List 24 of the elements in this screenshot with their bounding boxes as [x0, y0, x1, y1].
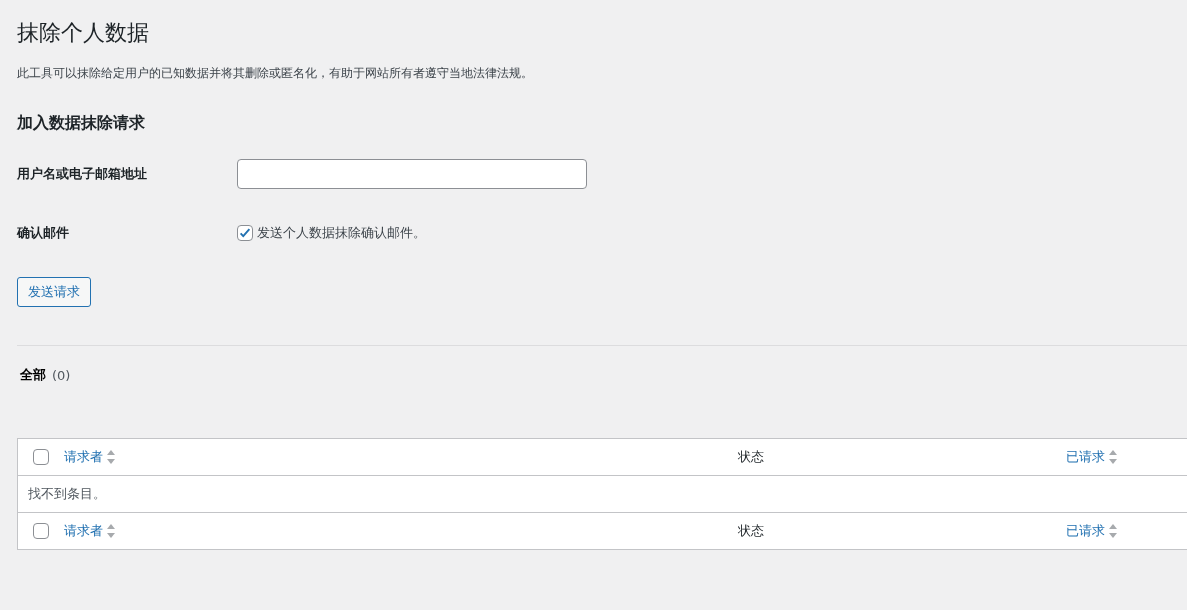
filter-count: (0)	[52, 367, 71, 383]
column-header[interactable]: 已请求	[1066, 448, 1105, 466]
empty-message: 找不到条目。	[28, 485, 106, 503]
select-all-checkbox[interactable]	[33, 449, 49, 465]
description-text: 此工具可以抹除给定用户的已知数据并将其删除或匿名化，有助于网站所有者遵守当地法律法规。	[17, 65, 534, 82]
column-header[interactable]: 请求者	[64, 448, 103, 466]
select-all-checkbox[interactable]	[33, 523, 49, 539]
column-header: 状态	[738, 522, 764, 540]
checkbox-label: 发送个人数据抹除确认邮件。	[257, 224, 426, 242]
send-request-button[interactable]: 发送请求	[17, 277, 91, 307]
checkbox[interactable]	[237, 225, 253, 241]
sort-icon[interactable]	[1109, 450, 1117, 464]
column-header[interactable]: 请求者	[64, 522, 103, 540]
field-label: 用户名或电子邮箱地址	[17, 165, 148, 183]
sort-icon[interactable]	[107, 450, 115, 464]
username-email-field[interactable]	[237, 159, 587, 189]
column-header: 状态	[738, 448, 764, 466]
sort-icon[interactable]	[1109, 524, 1117, 538]
page-title: 抹除个人数据	[17, 19, 150, 47]
section-heading: 加入数据抹除请求	[17, 112, 146, 134]
filter-link[interactable]: 全部	[20, 366, 46, 384]
column-header[interactable]: 已请求	[1066, 522, 1105, 540]
sort-icon[interactable]	[107, 524, 115, 538]
field-label: 确认邮件	[17, 224, 70, 242]
